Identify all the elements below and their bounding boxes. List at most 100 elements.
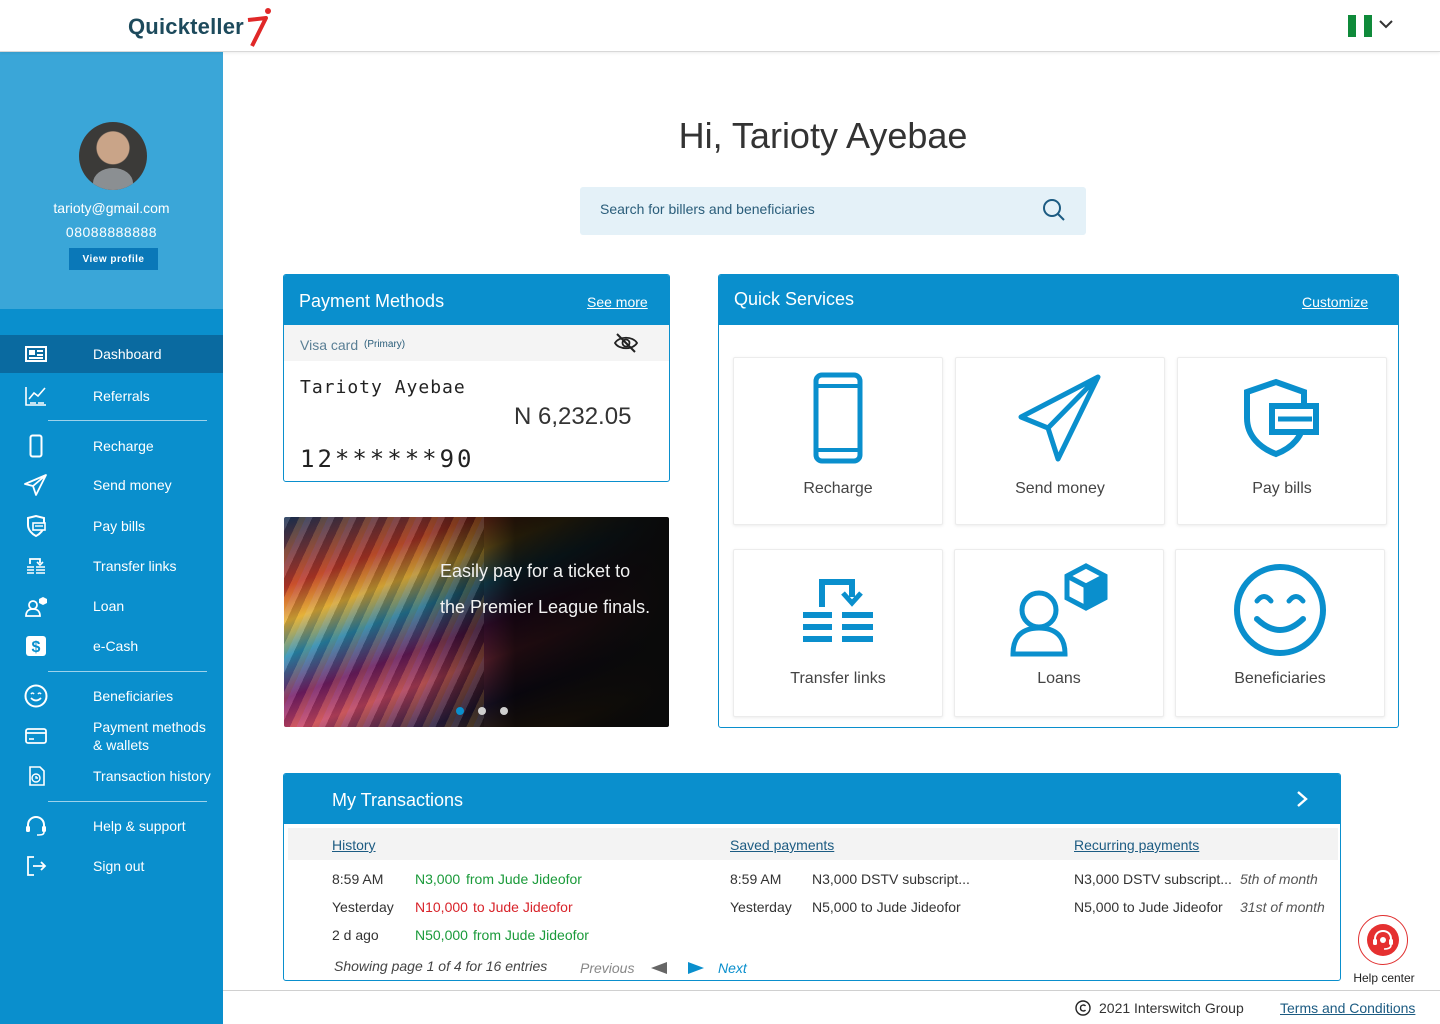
tile-pay-bills[interactable]: Pay bills (1177, 357, 1387, 525)
sidebar-item-transfer-links[interactable]: Transfer links (0, 547, 223, 585)
search-bar[interactable] (580, 187, 1086, 235)
help-center-label: Help center (1353, 971, 1415, 985)
history-amount[interactable]: N3,000 (415, 871, 460, 887)
sidebar-item-recharge[interactable]: Recharge (0, 427, 223, 465)
history-amount[interactable]: N50,000 (415, 927, 468, 943)
primary-badge: (Primary) (364, 339, 406, 350)
view-profile-button[interactable]: View profile (69, 248, 158, 270)
sidebar-item-dashboard[interactable]: Dashboard (0, 335, 223, 373)
search-input[interactable] (600, 201, 1020, 217)
sidebar-item-loan[interactable]: Loan (0, 587, 223, 625)
sidebar-item-label: Referrals (93, 388, 150, 404)
terms-link[interactable]: Terms and Conditions (1280, 1000, 1415, 1016)
recurring-desc[interactable]: N3,000 DSTV subscript... (1074, 871, 1232, 887)
chevron-down-icon[interactable] (1378, 16, 1394, 32)
sidebar-item-referrals[interactable]: Referrals (0, 377, 223, 415)
sidebar-divider (48, 801, 207, 802)
nigeria-flag-icon[interactable] (1348, 15, 1372, 37)
sidebar-item-payment-methods[interactable]: Payment methods & wallets (0, 715, 223, 757)
card-type-strip: Visa card (Primary) (284, 325, 669, 361)
saved-time: Yesterday (730, 899, 792, 915)
transactions-header[interactable]: My Transactions (284, 774, 1340, 824)
tab-history[interactable]: History (332, 837, 376, 853)
transfer-links-icon (24, 554, 48, 578)
history-time: 2 d ago (332, 927, 379, 943)
eye-off-icon[interactable] (614, 333, 638, 353)
sidebar-item-beneficiaries[interactable]: Beneficiaries (0, 677, 223, 715)
card-type: Visa card (300, 337, 359, 353)
tile-recharge[interactable]: Recharge (733, 357, 943, 525)
recurring-when: 31st of month (1240, 899, 1325, 915)
customize-link[interactable]: Customize (1302, 294, 1368, 310)
sidebar-divider (48, 671, 207, 672)
page-info: Showing page 1 of 4 for 16 entries (334, 958, 548, 974)
sidebar-item-transaction-history[interactable]: Transaction history (0, 757, 223, 795)
headset-icon (1367, 924, 1399, 956)
help-center-button[interactable] (1358, 915, 1408, 965)
arrow-left-icon[interactable] (650, 961, 668, 975)
tile-send-money[interactable]: Send money (955, 357, 1165, 525)
transactions-title: My Transactions (332, 790, 464, 810)
profile-phone: 08088888888 (65, 224, 158, 240)
loan-icon (24, 594, 48, 618)
next-button[interactable]: Next (718, 960, 747, 976)
sidebar-item-help-support[interactable]: Help & support (0, 807, 223, 845)
carousel-dot[interactable] (500, 707, 508, 715)
tile-loans[interactable]: Loans (954, 549, 1164, 717)
avatar[interactable] (79, 122, 147, 190)
payment-methods-card: Payment Methods See more Visa card (Prim… (283, 274, 670, 482)
carousel-dot[interactable] (478, 707, 486, 715)
tile-label: Recharge (803, 480, 873, 497)
sidebar-item-label: Dashboard (93, 346, 162, 362)
phone-icon (24, 434, 48, 458)
sidebar-item-send-money[interactable]: Send money (0, 466, 223, 504)
profile-email: tarioty@gmail.com (53, 200, 170, 216)
headset-icon (24, 814, 48, 838)
card-balance: N 6,232.05 (514, 403, 632, 430)
recurring-desc[interactable]: N5,000 to Jude Jideofor (1074, 899, 1223, 915)
arrow-right-icon[interactable] (687, 961, 705, 975)
saved-desc[interactable]: N5,000 to Jude Jideofor (812, 899, 961, 915)
sidebar-item-pay-bills[interactable]: Pay bills (0, 507, 223, 545)
sidebar-item-sign-out[interactable]: Sign out (0, 847, 223, 885)
tile-label: Beneficiaries (1234, 670, 1326, 687)
sidebar-item-label: e-Cash (93, 638, 139, 654)
recurring-when: 5th of month (1240, 871, 1318, 887)
logo-mark-icon (247, 8, 271, 47)
promo-banner[interactable]: Easily pay for a ticket to the Premier L… (284, 517, 669, 727)
quickteller-logo[interactable]: Quickteller (128, 6, 274, 48)
history-time: Yesterday (332, 899, 394, 915)
history-desc[interactable]: to Jude Jideofor (473, 899, 573, 915)
tab-recurring-payments[interactable]: Recurring payments (1074, 837, 1199, 853)
history-icon (24, 764, 48, 788)
transfer-links-icon (734, 560, 942, 660)
history-desc[interactable]: from Jude Jideofor (466, 871, 582, 887)
quick-services-header: Quick Services Customize (719, 275, 1398, 325)
sidebar-item-label: Beneficiaries (93, 688, 174, 704)
history-time: 8:59 AM (332, 871, 384, 887)
history-amount[interactable]: N10,000 (415, 899, 468, 915)
tile-transfer-links[interactable]: Transfer links (733, 549, 943, 717)
sidebar-item-label: Loan (93, 598, 125, 614)
search-icon[interactable] (1042, 198, 1066, 222)
logo-text: Quickteller (128, 14, 244, 39)
sidebar-item-label: Transfer links (93, 558, 177, 574)
tile-beneficiaries[interactable]: Beneficiaries (1175, 549, 1385, 717)
tile-label: Loans (1037, 670, 1081, 687)
carousel-dot[interactable] (456, 707, 464, 715)
loan-icon (955, 560, 1163, 660)
transactions-card: My Transactions History Saved payments R… (283, 773, 1341, 981)
history-desc[interactable]: from Jude Jideofor (473, 927, 589, 943)
chevron-right-icon[interactable] (1292, 789, 1312, 809)
tile-label: Transfer links (790, 670, 886, 687)
saved-time: 8:59 AM (730, 871, 782, 887)
saved-desc[interactable]: N3,000 DSTV subscript... (812, 871, 970, 887)
send-icon (956, 368, 1164, 468)
banner-line: the Premier League finals. (440, 597, 651, 617)
previous-button[interactable]: Previous (580, 960, 634, 976)
sidebar-divider (48, 420, 207, 421)
tab-saved-payments[interactable]: Saved payments (730, 837, 834, 853)
see-more-link[interactable]: See more (587, 294, 648, 310)
sidebar-item-label: Help & support (93, 818, 186, 834)
sidebar-item-e-cash[interactable]: $ e-Cash (0, 627, 223, 665)
